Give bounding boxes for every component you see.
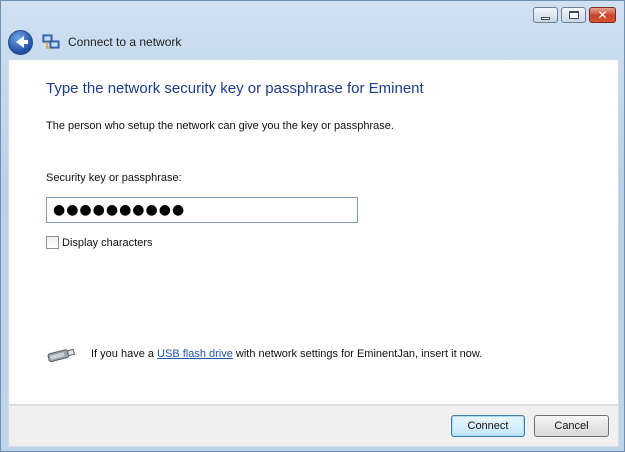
usb-text-before: If you have a xyxy=(91,348,158,360)
display-characters-row: Display characters xyxy=(46,236,152,249)
back-button[interactable] xyxy=(8,29,33,55)
display-characters-label[interactable]: Display characters xyxy=(62,237,152,249)
page-heading: Type the network security key or passphr… xyxy=(46,80,424,97)
minimize-icon xyxy=(541,16,550,20)
usb-text-after: with network settings for EminentJan, in… xyxy=(232,348,483,360)
close-icon: ✕ xyxy=(597,8,608,22)
minimize-button[interactable] xyxy=(533,7,558,23)
network-icon xyxy=(42,34,60,49)
content-pane: Type the network security key or passphr… xyxy=(8,59,619,405)
connect-button[interactable]: Connect xyxy=(451,415,525,437)
close-button[interactable]: ✕ xyxy=(589,7,616,23)
usb-flash-drive-link[interactable]: USB flash drive xyxy=(157,348,233,360)
back-arrow-icon xyxy=(15,36,28,48)
nav-title: Connect to a network xyxy=(68,35,182,49)
usb-hint-text: If you have a USB flash drive with netwo… xyxy=(91,348,482,360)
maximize-button[interactable] xyxy=(561,7,586,23)
navigation-bar: Connect to a network xyxy=(8,27,618,57)
description-text: The person who setup the network can giv… xyxy=(46,120,394,132)
security-key-label: Security key or passphrase: xyxy=(46,172,182,184)
display-characters-checkbox[interactable] xyxy=(46,236,59,249)
usb-hint-row: If you have a USB flash drive with netwo… xyxy=(46,346,482,362)
usb-drive-icon xyxy=(47,348,76,362)
maximize-icon xyxy=(568,11,579,19)
security-key-input[interactable] xyxy=(46,197,358,223)
button-bar: Connect Cancel xyxy=(8,405,619,447)
window-controls: ✕ xyxy=(533,7,616,23)
cancel-button[interactable]: Cancel xyxy=(534,415,609,437)
connect-network-window: ✕ Connect to a network Type the network … xyxy=(0,0,625,452)
